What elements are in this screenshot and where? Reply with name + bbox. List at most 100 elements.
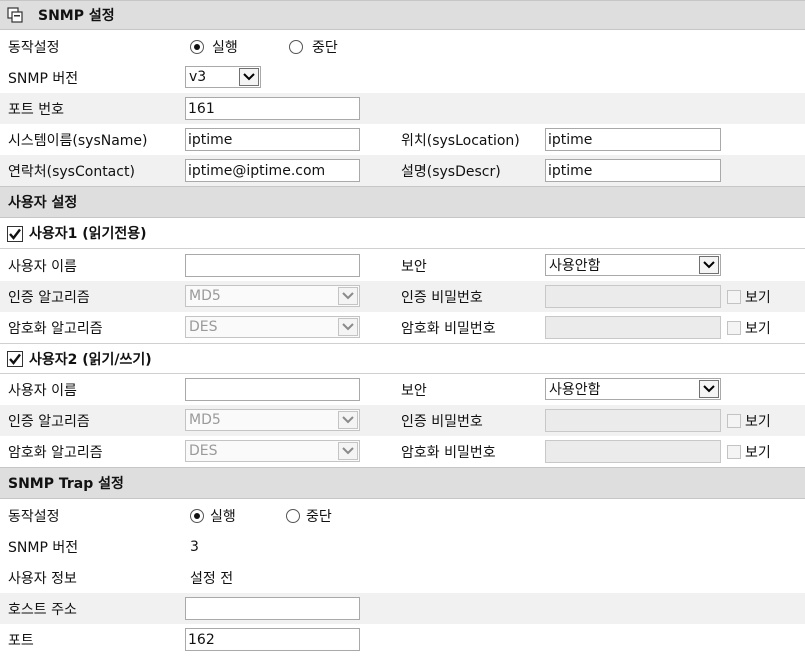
trap-mode-row: 동작설정 실행 중단 <box>0 500 805 531</box>
user1-auth-algo-value: MD5 <box>189 288 221 304</box>
snmp-sysname-row: 시스템이름(sysName) iptime 위치(sysLocation) ip… <box>0 124 805 155</box>
users-section-title: 사용자 설정 <box>8 195 78 211</box>
trap-version-row: SNMP 버전 3 <box>0 531 805 562</box>
sysname-input[interactable]: iptime <box>185 128 360 151</box>
chevron-down-icon <box>338 287 358 305</box>
user2-enc-pw-input[interactable] <box>545 440 721 463</box>
user2-auth-algo-select[interactable]: MD5 <box>185 409 360 431</box>
trap-mode-on-radio[interactable] <box>190 509 204 523</box>
user1-enc-show-label: 보기 <box>745 320 771 337</box>
user2-security-value: 사용안함 <box>549 382 601 398</box>
descr-label: 설명(sysDescr) <box>401 163 501 180</box>
trap-section-title: SNMP Trap 설정 <box>8 476 124 492</box>
descr-input[interactable]: iptime <box>545 159 721 182</box>
user1-enc-pw-label: 암호화 비밀번호 <box>401 320 496 337</box>
user1-name-row: 사용자 이름 보안 사용안함 <box>0 250 805 281</box>
sysname-label: 시스템이름(sysName) <box>8 132 148 149</box>
snmp-version-select[interactable]: v3 <box>185 66 261 88</box>
trap-user-info-row: 사용자 정보 설정 전 <box>0 562 805 593</box>
user1-auth-algo-select[interactable]: MD5 <box>185 285 360 307</box>
user2-enc-algo-value: DES <box>189 443 218 459</box>
trap-mode-off-label: 중단 <box>306 508 332 525</box>
user2-enable-checkbox[interactable] <box>7 351 23 367</box>
trap-mode-label: 동작설정 <box>8 508 60 525</box>
snmp-mode-row: 동작설정 실행 중단 <box>0 31 805 62</box>
user2-auth-show-label: 보기 <box>745 413 771 430</box>
trap-host-label: 호스트 주소 <box>8 601 77 618</box>
user2-auth-pw-label: 인증 비밀번호 <box>401 413 483 430</box>
user1-auth-pw-input[interactable] <box>545 285 721 308</box>
user1-enc-algo-select[interactable]: DES <box>185 316 360 338</box>
user2-auth-algo-label: 인증 알고리즘 <box>8 413 90 430</box>
trap-version-label: SNMP 버전 <box>8 539 79 556</box>
snmp-version-label: SNMP 버전 <box>8 70 79 87</box>
user1-auth-show-label: 보기 <box>745 289 771 306</box>
contact-input[interactable]: iptime@iptime.com <box>185 159 360 182</box>
chevron-down-icon <box>699 256 719 274</box>
user1-title: 사용자1 (읽기전용) <box>29 226 147 242</box>
user2-name-row: 사용자 이름 보안 사용안함 <box>0 374 805 405</box>
snmp-mode-label: 동작설정 <box>8 39 60 56</box>
user2-name-input[interactable] <box>185 378 360 401</box>
trap-port-input[interactable]: 162 <box>185 628 360 651</box>
trap-mode-off-radio[interactable] <box>286 509 300 523</box>
snmp-mode-on-radio[interactable] <box>190 40 204 54</box>
snmp-port-row: 포트 번호 161 <box>0 93 805 124</box>
user1-name-label: 사용자 이름 <box>8 258 77 275</box>
trap-host-row: 호스트 주소 <box>0 593 805 624</box>
chevron-down-icon <box>338 442 358 460</box>
chevron-down-icon <box>239 68 259 86</box>
snmp-section-header: SNMP 설정 <box>0 0 805 30</box>
user2-auth-algo-value: MD5 <box>189 412 221 428</box>
user2-auth-row: 인증 알고리즘 MD5 인증 비밀번호 보기 <box>0 405 805 436</box>
location-input[interactable]: iptime <box>545 128 721 151</box>
user2-enc-algo-select[interactable]: DES <box>185 440 360 462</box>
chevron-down-icon <box>338 318 358 336</box>
user1-auth-show-checkbox[interactable] <box>727 290 741 304</box>
snmp-version-row: SNMP 버전 v3 <box>0 62 805 93</box>
user2-enc-pw-label: 암호화 비밀번호 <box>401 444 496 461</box>
user2-enc-row: 암호화 알고리즘 DES 암호화 비밀번호 보기 <box>0 436 805 467</box>
user2-security-select[interactable]: 사용안함 <box>545 378 721 400</box>
user1-enc-algo-value: DES <box>189 319 218 335</box>
trap-section-header: SNMP Trap 설정 <box>0 467 805 499</box>
user1-security-value: 사용안함 <box>549 258 601 274</box>
user2-enc-algo-label: 암호화 알고리즘 <box>8 444 103 461</box>
chevron-down-icon <box>699 380 719 398</box>
user2-name-label: 사용자 이름 <box>8 382 77 399</box>
snmp-port-input[interactable]: 161 <box>185 97 360 120</box>
chevron-down-icon <box>338 411 358 429</box>
user1-security-label: 보안 <box>401 258 427 275</box>
trap-host-input[interactable] <box>185 597 360 620</box>
trap-mode-on-label: 실행 <box>210 508 236 525</box>
snmp-contact-row: 연락처(sysContact) iptime@iptime.com 설명(sys… <box>0 155 805 186</box>
users-section-header: 사용자 설정 <box>0 186 805 218</box>
trap-user-info-label: 사용자 정보 <box>8 570 77 587</box>
trap-user-info-value: 설정 전 <box>190 570 234 587</box>
snmp-mode-off-radio[interactable] <box>289 40 303 54</box>
trap-port-label: 포트 <box>8 632 34 649</box>
user2-auth-pw-input[interactable] <box>545 409 721 432</box>
user1-auth-algo-label: 인증 알고리즘 <box>8 289 90 306</box>
user1-enc-pw-input[interactable] <box>545 316 721 339</box>
user1-name-input[interactable] <box>185 254 360 277</box>
check-icon <box>9 353 21 365</box>
snmp-mode-off-label: 중단 <box>312 39 338 56</box>
location-label: 위치(sysLocation) <box>401 132 520 149</box>
user2-auth-show-checkbox[interactable] <box>727 414 741 428</box>
trap-port-row: 포트 162 <box>0 624 805 655</box>
user1-security-select[interactable]: 사용안함 <box>545 254 721 276</box>
user2-security-label: 보안 <box>401 382 427 399</box>
user1-auth-pw-label: 인증 비밀번호 <box>401 289 483 306</box>
user2-header-row: 사용자2 (읽기/쓰기) <box>0 343 805 374</box>
trap-version-value: 3 <box>190 538 199 555</box>
user1-enable-checkbox[interactable] <box>7 226 23 242</box>
user1-auth-row: 인증 알고리즘 MD5 인증 비밀번호 보기 <box>0 281 805 312</box>
contact-label: 연락처(sysContact) <box>8 163 135 180</box>
snmp-mode-on-label: 실행 <box>212 39 238 56</box>
user1-enc-algo-label: 암호화 알고리즘 <box>8 320 103 337</box>
user2-enc-show-checkbox[interactable] <box>727 445 741 459</box>
user1-header-row: 사용자1 (읽기전용) <box>0 218 805 249</box>
user2-title: 사용자2 (읽기/쓰기) <box>29 351 152 368</box>
user1-enc-show-checkbox[interactable] <box>727 321 741 335</box>
